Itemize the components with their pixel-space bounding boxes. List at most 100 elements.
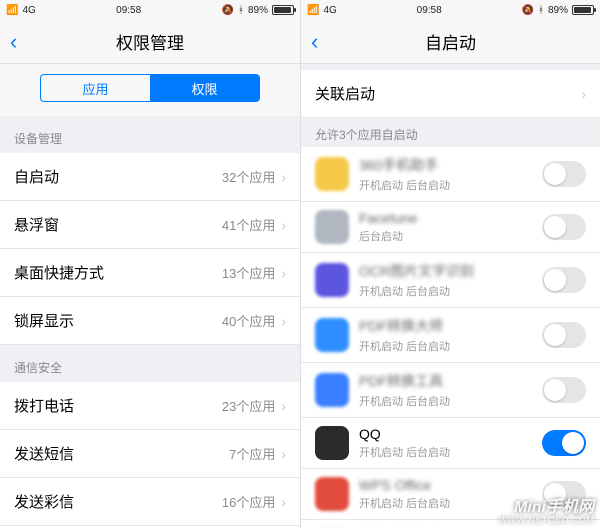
screen-permissions: 📶 4G 09:58 🔕 ᚼ 89% ‹ 权限管理 应用 权限 设备管理自启动 3… (0, 0, 300, 528)
app-icon (315, 477, 349, 511)
chevron-right-icon: › (281, 217, 286, 233)
permission-count: 40个应用 (222, 311, 275, 330)
permission-label: 发送短信 (14, 443, 74, 464)
chevron-right-icon: › (281, 446, 286, 462)
battery-pct: 89% (248, 5, 268, 16)
permission-cell[interactable]: 拨打电话 23个应用 › (0, 382, 300, 430)
dnd-icon: 🔕 (522, 5, 534, 16)
chevron-right-icon: › (281, 313, 286, 329)
permission-label: 桌面快捷方式 (14, 262, 104, 283)
permission-cell[interactable]: 自启动 32个应用 › (0, 153, 300, 201)
segmented-control: 应用 权限 (40, 74, 260, 102)
chevron-right-icon: › (281, 398, 286, 414)
autostart-toggle[interactable] (542, 377, 586, 403)
app-icon (315, 318, 349, 352)
app-name: 360手机助手 (359, 155, 542, 175)
app-name: QQ (359, 426, 542, 442)
battery-icon (272, 5, 294, 15)
page-title: 权限管理 (116, 29, 184, 54)
permission-count: 13个应用 (222, 263, 275, 282)
permission-count: 32个应用 (222, 167, 275, 186)
permission-label: 拨打电话 (14, 395, 74, 416)
network-label: 4G (22, 5, 35, 16)
permission-cell[interactable]: 发送彩信 16个应用 › (0, 478, 300, 526)
app-row: Facetune 后台启动 (301, 202, 600, 253)
permission-label: 发送彩信 (14, 491, 74, 512)
section-header: 通信安全 (0, 345, 300, 382)
app-subtitle: 开机启动 后台启动 (359, 338, 542, 354)
watermark: Mini手机网 WWW.NETOED.COM (499, 499, 595, 526)
autostart-toggle[interactable] (542, 267, 586, 293)
app-icon (315, 426, 349, 460)
chevron-right-icon: › (281, 494, 286, 510)
status-bar: 📶 4G 09:58 🔕 ᚼ 89% (301, 0, 600, 20)
dnd-icon: 🔕 (222, 5, 234, 16)
permission-cell[interactable]: 锁屏显示 40个应用 › (0, 297, 300, 345)
app-icon (315, 373, 349, 407)
app-subtitle: 开机启动 后台启动 (359, 177, 542, 193)
app-name: PDF转换大师 (359, 316, 542, 336)
autostart-toggle[interactable] (542, 161, 586, 187)
app-subtitle: 开机启动 后台启动 (359, 444, 542, 460)
watermark-sub: WWW.NETOED.COM (499, 516, 595, 526)
back-button[interactable]: ‹ (10, 29, 17, 55)
status-time: 09:58 (116, 5, 141, 16)
status-bar: 📶 4G 09:58 🔕 ᚼ 89% (0, 0, 300, 20)
bt-icon: ᚼ (538, 5, 544, 16)
chevron-right-icon: › (281, 265, 286, 281)
app-info: PDF转换工具开机启动 后台启动 (359, 371, 542, 409)
signal-icon: 📶 (307, 5, 319, 16)
chevron-right-icon: › (281, 169, 286, 185)
app-info: Facetune 后台启动 (359, 210, 542, 244)
app-icon (315, 263, 349, 297)
permission-label: 悬浮窗 (14, 214, 59, 235)
section-header: 设备管理 (0, 116, 300, 153)
related-autostart-label: 关联启动 (315, 83, 375, 104)
autostart-toggle[interactable] (542, 322, 586, 348)
app-icon (315, 157, 349, 191)
nav-bar: ‹ 权限管理 (0, 20, 300, 64)
battery-pct: 89% (548, 5, 568, 16)
allow-count-note: 允许3个应用自启动 (301, 118, 600, 147)
screen-autostart: 📶 4G 09:58 🔕 ᚼ 89% ‹ 自启动 关联启动 › 允许3个应用自启… (300, 0, 600, 528)
permission-cell[interactable]: 桌面快捷方式 13个应用 › (0, 249, 300, 297)
permission-count: 23个应用 (222, 396, 275, 415)
watermark-main: Mini手机网 (514, 499, 594, 516)
page-title: 自启动 (425, 29, 476, 54)
tab-apps[interactable]: 应用 (41, 75, 150, 101)
app-row: OCR图片文字识别开机启动 后台启动 (301, 253, 600, 308)
chevron-right-icon: › (581, 86, 586, 102)
app-info: PDF转换大师开机启动 后台启动 (359, 316, 542, 354)
related-autostart-cell[interactable]: 关联启动 › (301, 70, 600, 118)
app-name: OCR图片文字识别 (359, 261, 542, 281)
signal-icon: 📶 (6, 5, 18, 16)
app-list: 360手机助手开机启动 后台启动Facetune后台启动OCR图片文字识别开机启… (301, 147, 600, 528)
network-label: 4G (323, 5, 336, 16)
autostart-toggle[interactable] (542, 214, 586, 240)
permission-label: 自启动 (14, 166, 59, 187)
segmented-control-wrap: 应用 权限 (0, 64, 300, 116)
permission-label: 锁屏显示 (14, 310, 74, 331)
battery-icon (572, 5, 594, 15)
nav-bar: ‹ 自启动 (301, 20, 600, 64)
autostart-toggle[interactable] (542, 430, 586, 456)
app-subtitle: 后台启动 (359, 228, 542, 244)
app-row: 360手机助手开机启动 后台启动 (301, 147, 600, 202)
app-subtitle: 开机启动 后台启动 (359, 393, 542, 409)
permission-cell[interactable]: 悬浮窗41个应用› (0, 201, 300, 249)
app-info: QQ 开机启动 后台启动 (359, 426, 542, 460)
permission-count: 7个应用 (229, 444, 275, 463)
app-row: PDF转换大师开机启动 后台启动 (301, 308, 600, 363)
permission-cell[interactable]: 发送短信 7个应用 › (0, 430, 300, 478)
permission-count: 16个应用 (222, 492, 275, 511)
tab-permissions[interactable]: 权限 (150, 75, 259, 101)
back-button[interactable]: ‹ (311, 29, 318, 55)
app-subtitle: 开机启动 后台启动 (359, 283, 542, 299)
app-icon (315, 210, 349, 244)
app-row: QQ 开机启动 后台启动 (301, 418, 600, 469)
app-name: Facetune (359, 210, 542, 226)
permissions-list: 设备管理自启动32个应用›悬浮窗41个应用›桌面快捷方式13个应用›锁屏显示40… (0, 116, 300, 528)
app-name: PDF转换工具 (359, 371, 542, 391)
app-name: WPS Office (359, 477, 542, 493)
app-info: OCR图片文字识别开机启动 后台启动 (359, 261, 542, 299)
